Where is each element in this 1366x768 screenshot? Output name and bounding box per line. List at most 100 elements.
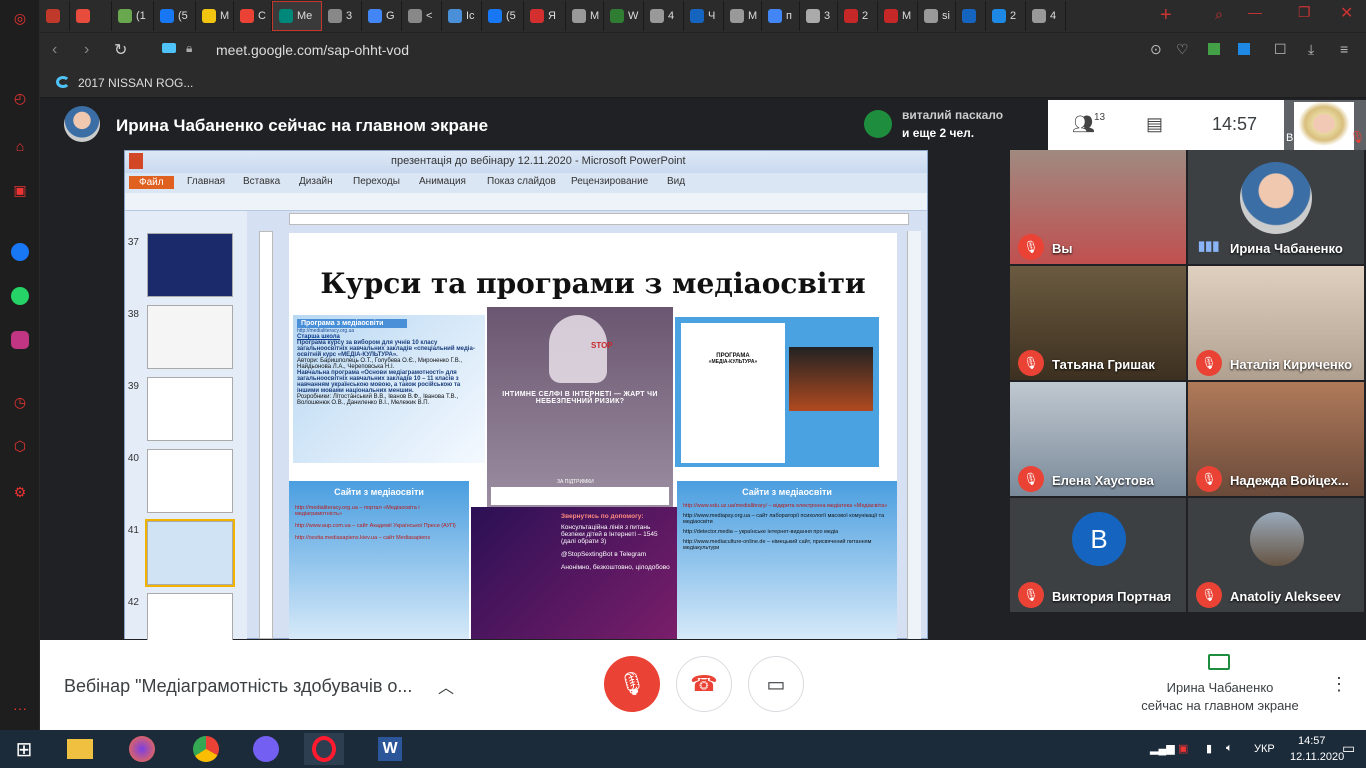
settings-icon[interactable]: ⚙ [10, 482, 30, 502]
taskbar-date[interactable]: 12.11.2020 [1290, 751, 1344, 763]
participant-tile[interactable]: 🎙︎ Надежда Войцех... [1188, 382, 1364, 496]
browser-tab[interactable] [40, 1, 70, 31]
present-screen-icon[interactable] [1208, 654, 1230, 670]
minimize-button[interactable]: — [1248, 4, 1262, 20]
participant-tile[interactable]: 🎙︎ Наталія Кириченко [1188, 266, 1364, 380]
vertical-scrollbar[interactable] [907, 231, 921, 639]
browser-tab[interactable]: 2 [986, 1, 1026, 31]
heart-icon[interactable]: ♡ [1176, 41, 1189, 58]
battery-icon[interactable]: ▮ [1206, 742, 1212, 755]
browser-tab[interactable]: M [566, 1, 604, 31]
meeting-title[interactable]: Вебінар "Медіаграмотність здобувачів о..… [64, 676, 412, 697]
taskbar-time[interactable]: 14:57 [1298, 735, 1326, 747]
instagram-icon[interactable] [10, 330, 30, 350]
pp-menu-5[interactable]: Анимация [419, 176, 466, 187]
browser-tab[interactable]: Ч [684, 1, 724, 31]
more-options-icon[interactable]: ⋮ [1330, 674, 1348, 695]
browser-tab[interactable]: 4 [1026, 1, 1066, 31]
pp-menu-0[interactable]: Файл [129, 176, 174, 189]
browser-tab[interactable]: п [762, 1, 800, 31]
pp-menu-2[interactable]: Вставка [243, 176, 280, 187]
viber-icon[interactable] [246, 733, 286, 765]
back-icon[interactable]: ‹ [52, 41, 57, 59]
browser-tab[interactable]: W [604, 1, 644, 31]
slide-thumbnail[interactable] [147, 305, 233, 369]
opera-logo-icon[interactable]: ◎ [10, 8, 30, 28]
easy-setup-icon[interactable]: ≡ [1340, 41, 1348, 57]
whatsapp-icon[interactable] [10, 286, 30, 306]
chevron-up-icon[interactable]: ︿ [438, 674, 454, 698]
chat-icon[interactable]: ▤ [1146, 114, 1163, 135]
leave-call-button[interactable]: ☎︎ [676, 656, 732, 712]
windows-start-icon[interactable]: ⊞ [4, 733, 44, 765]
browser-tab[interactable]: si [918, 1, 956, 31]
participant-tile[interactable]: 🎙︎ Елена Хаустова [1010, 382, 1186, 496]
word-icon[interactable]: W [370, 733, 410, 765]
slide-thumbnail[interactable] [147, 449, 233, 513]
messenger-icon[interactable] [10, 242, 30, 262]
slide-thumbnail[interactable] [145, 519, 235, 587]
pp-menu-6[interactable]: Показ слайдов [487, 176, 556, 187]
participant-tile[interactable]: 🎙︎ Вы [1010, 150, 1186, 264]
participant-tile[interactable]: ▮▮▮ Ирина Чабаненко [1188, 150, 1364, 264]
browser-tab[interactable] [70, 1, 112, 31]
browser-tab[interactable]: 2 [838, 1, 878, 31]
browser-tab[interactable]: < [402, 1, 442, 31]
snapshot-icon[interactable]: ⊙ [1150, 41, 1162, 58]
cube-icon[interactable]: ⬡ [10, 436, 30, 456]
input-language[interactable]: УКР [1254, 743, 1275, 755]
slide-canvas[interactable]: Курси та програми з медіаосвіти Програма… [289, 233, 897, 639]
chrome-icon[interactable] [186, 733, 226, 765]
browser-tab[interactable]: (5 [154, 1, 196, 31]
browser-tab[interactable]: M [878, 1, 918, 31]
browser-tab[interactable]: M [196, 1, 234, 31]
participants-icon[interactable]: 👥︎ [1072, 114, 1095, 135]
volume-icon[interactable]: 🔈︎ [1226, 742, 1233, 755]
firefox-icon[interactable] [122, 733, 162, 765]
notifications-icon[interactable]: ▭ [1342, 740, 1355, 757]
extension-icon[interactable] [1238, 43, 1250, 55]
opera-taskbar-icon[interactable] [304, 733, 344, 765]
bookmark-nissan[interactable]: 2017 NISSAN ROG... [78, 76, 193, 90]
speed-dial-icon[interactable]: ◴ [10, 88, 30, 108]
file-explorer-icon[interactable] [60, 733, 100, 765]
browser-tab[interactable]: Ic [442, 1, 482, 31]
slide-thumbnail[interactable] [147, 233, 233, 297]
camera-icon[interactable] [162, 43, 176, 53]
url-field[interactable]: meet.google.com/sap-ohht-vod [216, 42, 409, 58]
pp-menu-1[interactable]: Главная [187, 176, 225, 187]
pp-menu-3[interactable]: Дизайн [299, 176, 333, 187]
pp-menu-8[interactable]: Вид [667, 176, 685, 187]
browser-tab[interactable]: 3 [322, 1, 362, 31]
browser-tab[interactable]: M [724, 1, 762, 31]
browser-tab[interactable]: C [234, 1, 272, 31]
browser-tab[interactable]: Me [272, 1, 322, 31]
slide-thumbnail[interactable] [147, 377, 233, 441]
history-icon[interactable]: ◷ [10, 392, 30, 412]
bookmark-icon[interactable]: ☐ [1274, 41, 1287, 58]
participant-tile[interactable]: 🎙︎ Татьяна Гришак [1010, 266, 1186, 380]
shopping-bag-icon[interactable]: ⌂ [10, 136, 30, 156]
browser-tab[interactable] [956, 1, 986, 31]
download-icon[interactable]: ⤓ [1308, 41, 1314, 58]
twitch-icon[interactable]: ▣ [10, 180, 30, 200]
pp-menu-7[interactable]: Рецензирование [571, 176, 648, 187]
browser-tab[interactable]: G [362, 1, 402, 31]
browser-tab[interactable]: Я [524, 1, 566, 31]
maximize-button[interactable]: ❐ [1298, 4, 1311, 21]
mic-toggle-button[interactable]: 🎙︎ [604, 656, 660, 712]
browser-tab[interactable]: 3 [800, 1, 838, 31]
pp-menu-4[interactable]: Переходы [353, 176, 400, 187]
browser-tab[interactable]: 4 [644, 1, 684, 31]
new-tab-button[interactable]: + [1160, 4, 1180, 28]
search-tabs-icon[interactable]: ⌕ [1215, 6, 1223, 23]
extension-cube-icon[interactable] [1208, 43, 1220, 55]
participant-tile[interactable]: 🎙︎ Anatoliy Alekseev [1188, 498, 1364, 612]
forward-icon[interactable]: › [84, 41, 89, 59]
browser-tab[interactable]: (5 [482, 1, 524, 31]
network-icon[interactable]: ▂▄▆ [1150, 742, 1175, 755]
more-icon[interactable]: ··· [10, 698, 30, 718]
participant-tile[interactable]: В 🎙︎ Виктория Портная [1010, 498, 1186, 612]
reload-icon[interactable]: ↻ [114, 40, 127, 60]
camera-toggle-button[interactable]: ▭ [748, 656, 804, 712]
